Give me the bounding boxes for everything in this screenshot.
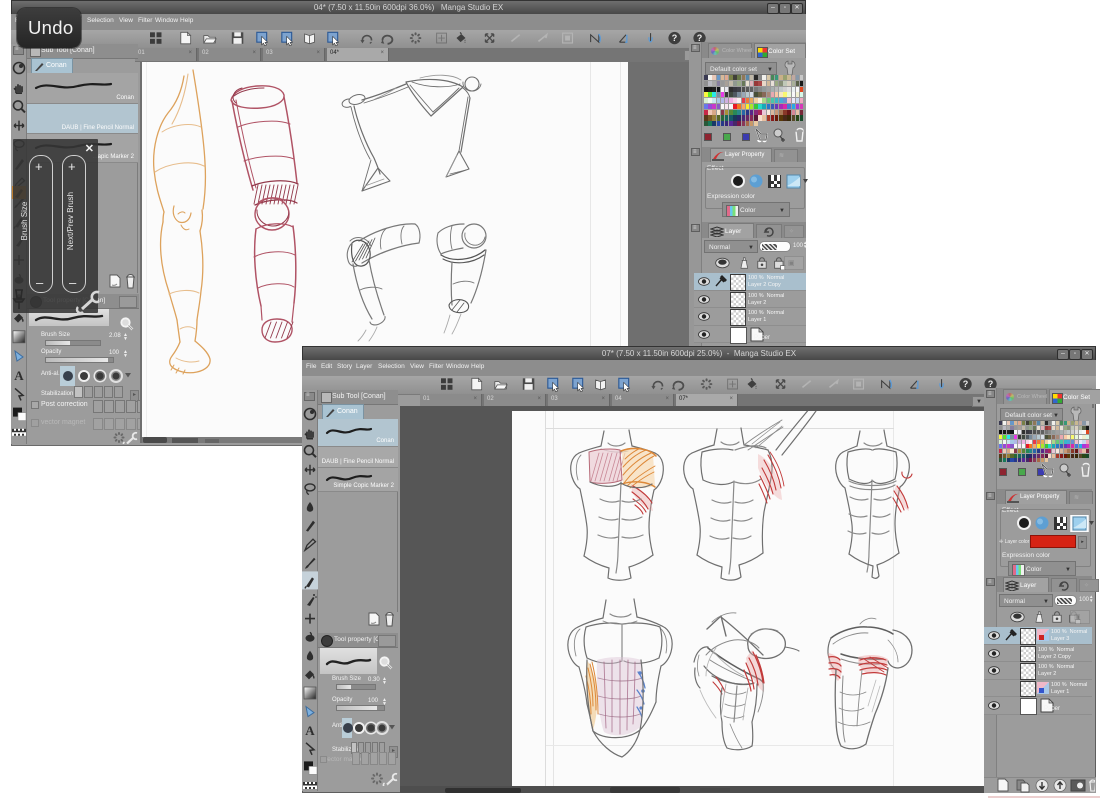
svg-text:A: A [14, 368, 24, 383]
svg-text:Brush Size: Brush Size [20, 201, 29, 240]
svg-text:?: ? [672, 33, 678, 43]
svg-text:?: ? [963, 379, 969, 389]
svg-text:Next/Prev Brush: Next/Prev Brush [66, 192, 75, 250]
svg-text:A: A [305, 723, 315, 738]
